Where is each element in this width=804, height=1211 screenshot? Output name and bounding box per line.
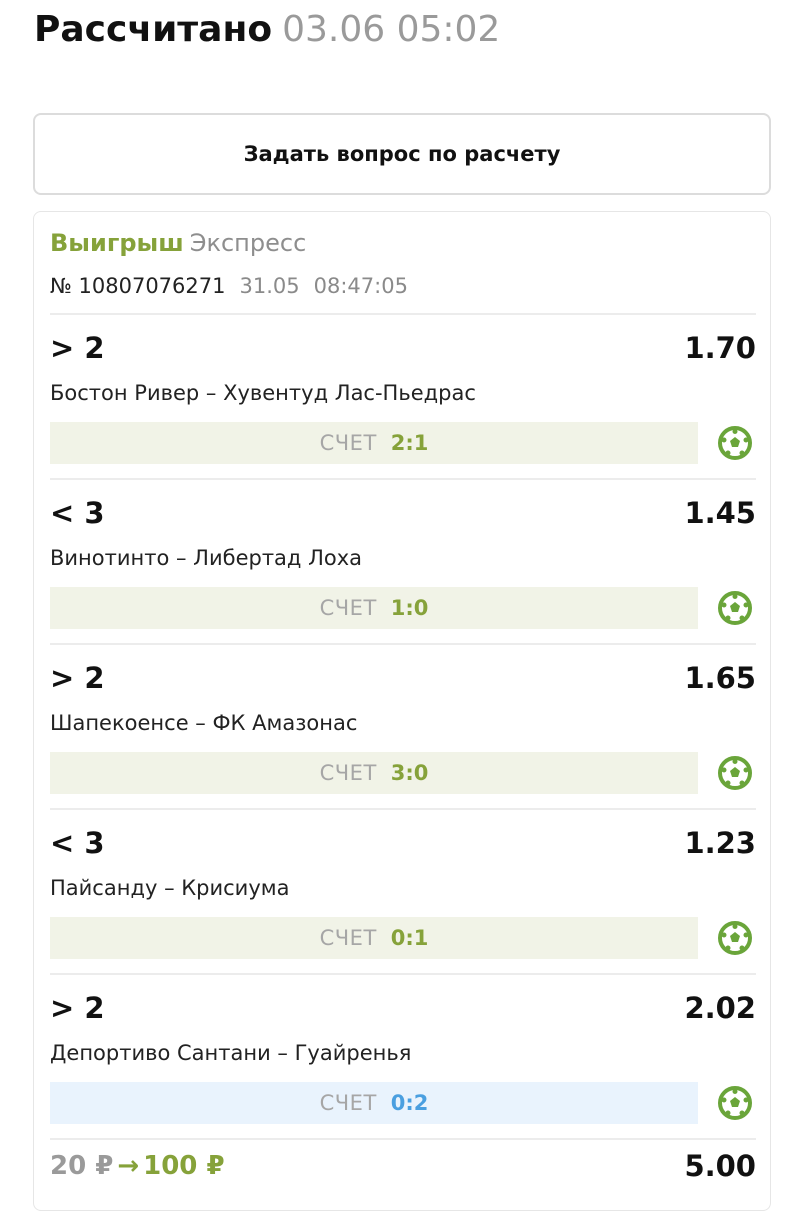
score-bar: СЧЕТ 2:1 — [50, 422, 698, 464]
event-outcome: > 2 — [50, 331, 105, 365]
event-outcome: < 3 — [50, 826, 105, 860]
event-outcome: > 2 — [50, 661, 105, 695]
soccer-ball-icon — [718, 426, 752, 460]
event-teams: Депортиво Сантани – Гуайренья — [50, 1041, 412, 1065]
soccer-ball-icon — [718, 756, 752, 790]
bet-time: 08:47:05 — [313, 274, 408, 298]
event-row[interactable]: > 2 2.02 Депортиво Сантани – Гуайренья С… — [50, 974, 756, 1124]
score-label: СЧЕТ — [319, 926, 377, 950]
score-bar: СЧЕТ 3:0 — [50, 752, 698, 794]
score-label: СЧЕТ — [319, 761, 377, 785]
score-value: 0:2 — [390, 1091, 429, 1115]
stake-to-payout: 20 ₽ → 100 ₽ — [50, 1151, 225, 1181]
event-row[interactable]: < 3 1.45 Винотинто – Либертад Лоха СЧЕТ 1… — [50, 479, 756, 629]
event-row[interactable]: > 2 1.65 Шапекоенсе – ФК Амазонас СЧЕТ 3:… — [50, 644, 756, 794]
score-value: 3:0 — [390, 761, 429, 785]
page-title: Рассчитано — [34, 9, 273, 50]
arrow-right-icon: → — [117, 1151, 140, 1181]
score-value: 2:1 — [390, 431, 429, 455]
event-outcome: > 2 — [50, 991, 105, 1025]
settled-datetime: 03.06 05:02 — [282, 9, 501, 50]
bet-number: № 10807076271 — [50, 274, 226, 298]
bet-kind: Экспресс — [189, 229, 307, 257]
bet-summary: 20 ₽ → 100 ₽ 5.00 — [50, 1145, 756, 1195]
event-outcome: < 3 — [50, 496, 105, 530]
ask-question-button[interactable]: Задать вопрос по расчету — [33, 113, 771, 195]
bet-meta: № 10807076271 31.05 08:47:05 — [50, 271, 408, 301]
page-header: Рассчитано 03.06 05:02 — [34, 8, 500, 52]
soccer-ball-icon — [718, 921, 752, 955]
stake-amount: 20 ₽ — [50, 1151, 114, 1181]
event-row[interactable]: < 3 1.23 Пайсанду – Крисиума СЧЕТ 0:1 — [50, 809, 756, 959]
event-odds: 1.45 — [684, 496, 756, 530]
score-bar: СЧЕТ 0:2 — [50, 1082, 698, 1124]
event-odds: 1.65 — [684, 661, 756, 695]
score-bar: СЧЕТ 0:1 — [50, 917, 698, 959]
bet-type: Выигрыш Экспресс — [50, 227, 306, 259]
score-bar: СЧЕТ 1:0 — [50, 587, 698, 629]
bet-date: 31.05 — [239, 274, 300, 298]
event-teams: Пайсанду – Крисиума — [50, 876, 290, 900]
event-row[interactable]: > 2 1.70 Бостон Ривер – Хувентуд Лас-Пье… — [50, 314, 756, 464]
event-teams: Бостон Ривер – Хувентуд Лас-Пьедрас — [50, 381, 476, 405]
total-odds: 5.00 — [684, 1149, 756, 1183]
event-odds: 1.23 — [684, 826, 756, 860]
payout-amount: 100 ₽ — [143, 1151, 225, 1181]
event-teams: Винотинто – Либертад Лоха — [50, 546, 363, 570]
score-label: СЧЕТ — [319, 596, 377, 620]
score-value: 0:1 — [390, 926, 429, 950]
divider — [50, 1138, 756, 1140]
score-label: СЧЕТ — [319, 431, 377, 455]
bet-status: Выигрыш — [50, 229, 184, 257]
score-label: СЧЕТ — [319, 1091, 377, 1115]
event-odds: 1.70 — [684, 331, 756, 365]
bet-card: Выигрыш Экспресс № 10807076271 31.05 08:47:… — [33, 211, 771, 1211]
event-teams: Шапекоенсе – ФК Амазонас — [50, 711, 358, 735]
soccer-ball-icon — [718, 591, 752, 625]
event-odds: 2.02 — [684, 991, 756, 1025]
score-value: 1:0 — [390, 596, 429, 620]
soccer-ball-icon — [718, 1086, 752, 1120]
